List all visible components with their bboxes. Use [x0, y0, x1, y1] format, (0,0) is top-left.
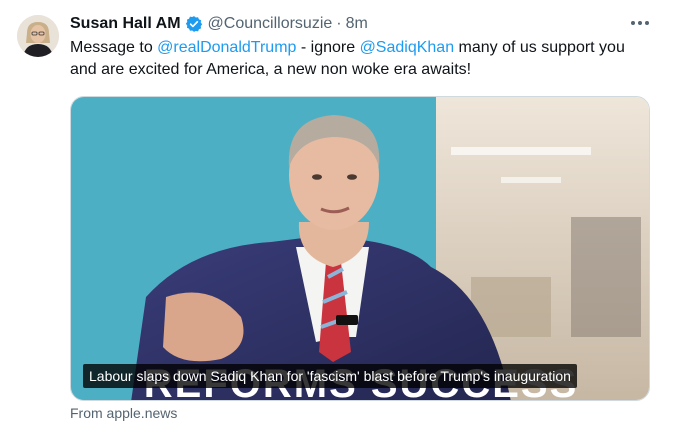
text-part: - ignore: [296, 39, 360, 56]
media-card[interactable]: REFORMS SUCCESS: [70, 96, 650, 401]
timestamp[interactable]: 8m: [346, 15, 368, 33]
verified-badge-icon: [185, 15, 203, 33]
handle[interactable]: @Councillorsuzie: [208, 15, 333, 33]
tweet-text: Message to @realDonaldTrump - ignore @Sa…: [70, 37, 650, 81]
text-part: Message to: [70, 39, 158, 56]
avatar[interactable]: [17, 15, 59, 57]
mention-link[interactable]: @realDonaldTrump: [157, 39, 296, 56]
separator-dot: ·: [336, 15, 342, 32]
mention-link[interactable]: @SadiqKhan: [360, 39, 455, 56]
tweet: Susan Hall AM @Councillorsuzie · 8m Mess…: [0, 0, 675, 432]
tweet-header: Susan Hall AM @Councillorsuzie · 8m: [70, 13, 368, 35]
display-name[interactable]: Susan Hall AM: [70, 15, 181, 33]
media-caption: Labour slaps down Sadiq Khan for 'fascis…: [83, 364, 577, 388]
media-image: REFORMS SUCCESS: [71, 97, 649, 400]
source-link[interactable]: From apple.news: [70, 405, 177, 421]
more-options-icon[interactable]: [625, 12, 655, 34]
